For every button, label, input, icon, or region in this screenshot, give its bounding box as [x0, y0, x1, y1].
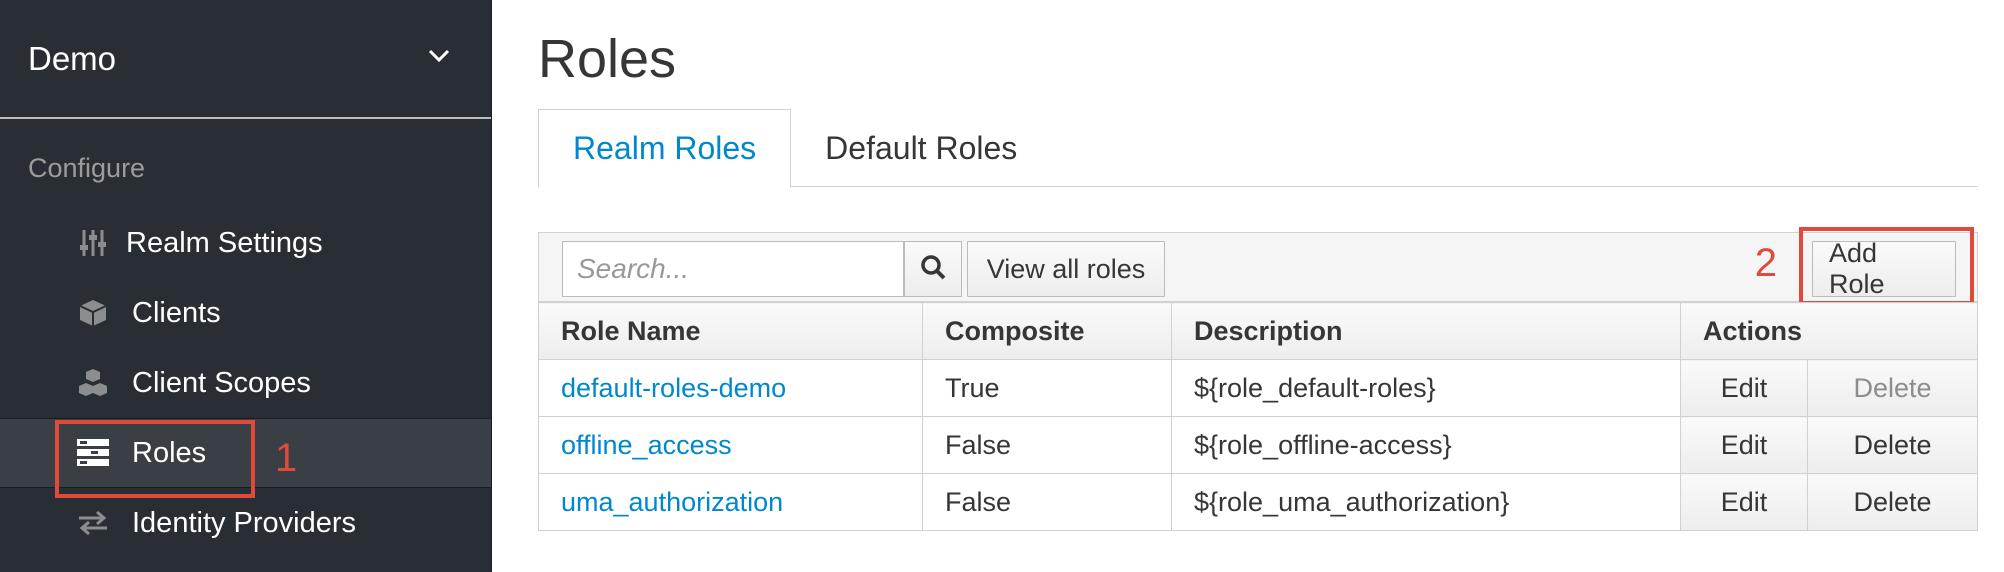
role-composite: True	[922, 359, 1172, 417]
column-header-composite[interactable]: Composite	[922, 302, 1172, 360]
page-title: Roles	[538, 29, 677, 89]
sidebar-item-label: Client Scopes	[132, 366, 311, 399]
column-header-actions: Actions	[1680, 302, 1978, 360]
sidebar-item-label: Identity Providers	[132, 506, 357, 539]
delete-button[interactable]: Delete	[1807, 416, 1978, 474]
role-name-link[interactable]: default-roles-demo	[538, 359, 923, 417]
search-input[interactable]	[562, 241, 904, 297]
table-header-row: Role Name Composite Description Actions	[538, 302, 1978, 360]
edit-button[interactable]: Edit	[1680, 359, 1808, 417]
role-composite: False	[922, 473, 1172, 531]
main-content: Roles Realm Roles Default Roles View all…	[538, 0, 2004, 572]
sidebar-item-label: Realm Settings	[126, 226, 323, 259]
annotation-number-1: 1	[275, 436, 298, 480]
edit-button[interactable]: Edit	[1680, 473, 1808, 531]
sidebar-item-client-scopes[interactable]: Client Scopes	[0, 348, 491, 418]
role-description: ${role_uma_authorization}	[1171, 473, 1681, 531]
annotation-number-2: 2	[1754, 241, 1777, 285]
sidebar-item-realm-settings[interactable]: Realm Settings	[0, 208, 491, 278]
cube-icon	[58, 298, 128, 328]
annotation-box-add-role	[1799, 227, 1974, 305]
sliders-icon	[58, 228, 128, 258]
exchange-icon	[58, 510, 128, 536]
role-description: ${role_offline-access}	[1171, 416, 1681, 474]
roles-table: Role Name Composite Description Actions …	[538, 302, 1978, 531]
roles-toolbar: View all roles 2 Add Role	[538, 232, 1978, 302]
column-header-description[interactable]: Description	[1171, 302, 1681, 360]
sidebar-item-clients[interactable]: Clients	[0, 278, 491, 348]
realm-name: Demo	[28, 39, 117, 77]
sidebar-nav: Realm Settings Clients Client Scopes Rol…	[0, 210, 491, 558]
role-description: ${role_default-roles}	[1171, 359, 1681, 417]
table-row: default-roles-demo True ${role_default-r…	[538, 359, 1978, 417]
role-name-link[interactable]: offline_access	[538, 416, 923, 474]
cubes-icon	[58, 368, 128, 398]
view-all-roles-button[interactable]: View all roles	[967, 241, 1165, 297]
annotation-box-roles	[55, 420, 255, 498]
column-header-role-name[interactable]: Role Name	[538, 302, 923, 360]
tab-realm-roles[interactable]: Realm Roles	[538, 109, 792, 188]
chevron-down-icon	[427, 48, 451, 69]
section-title: Configure	[28, 153, 146, 183]
search-icon	[920, 254, 946, 285]
delete-button: Delete	[1807, 359, 1978, 417]
delete-button[interactable]: Delete	[1807, 473, 1978, 531]
role-name-link[interactable]: uma_authorization	[538, 473, 923, 531]
sidebar-item-label: Clients	[132, 296, 221, 329]
sidebar: Demo Configure Realm Settings Clients Cl…	[0, 0, 492, 572]
search-button[interactable]	[904, 241, 962, 297]
realm-selector[interactable]: Demo	[0, 0, 491, 119]
sidebar-item-identity-providers[interactable]: Identity Providers	[0, 488, 491, 558]
table-row: uma_authorization False ${role_uma_autho…	[538, 473, 1978, 531]
edit-button[interactable]: Edit	[1680, 416, 1808, 474]
table-row: offline_access False ${role_offline-acce…	[538, 416, 1978, 474]
tab-bar: Realm Roles Default Roles	[538, 109, 1978, 188]
tab-default-roles[interactable]: Default Roles	[791, 109, 1051, 187]
role-composite: False	[922, 416, 1172, 474]
